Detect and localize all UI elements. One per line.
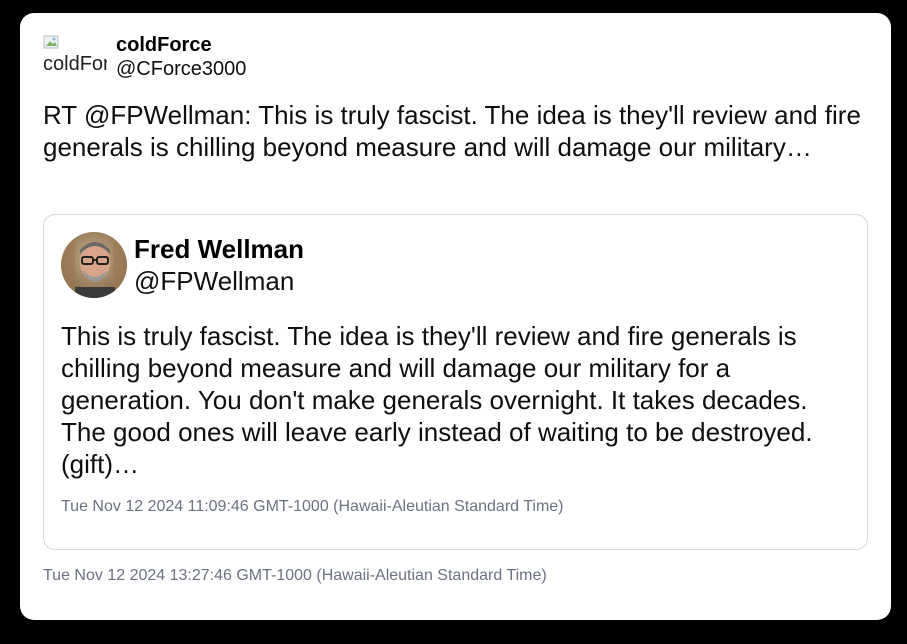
quoted-author-names: Fred Wellman @FPWellman bbox=[134, 233, 304, 297]
author-handle[interactable]: @CForce3000 bbox=[116, 57, 246, 81]
profile-photo-icon bbox=[61, 232, 127, 298]
quoted-author-avatar[interactable] bbox=[61, 232, 127, 298]
tweet-timestamp[interactable]: Tue Nov 12 2024 13:27:46 GMT-1000 (Hawai… bbox=[43, 567, 547, 585]
author-avatar[interactable]: coldForce bbox=[43, 33, 107, 77]
quoted-author-display-name[interactable]: Fred Wellman bbox=[134, 233, 304, 265]
quoted-tweet-header: Fred Wellman @FPWellman bbox=[61, 232, 304, 298]
quoted-tweet[interactable]: Fred Wellman @FPWellman This is truly fa… bbox=[43, 214, 868, 550]
tweet-text: RT @FPWellman: This is truly fascist. Th… bbox=[43, 100, 861, 162]
quoted-tweet-timestamp[interactable]: Tue Nov 12 2024 11:09:46 GMT-1000 (Hawai… bbox=[61, 498, 564, 516]
avatar-alt-text: coldForce bbox=[43, 53, 107, 75]
tweet-header: coldForce coldForce @CForce3000 bbox=[43, 33, 246, 81]
author-display-name[interactable]: coldForce bbox=[116, 33, 246, 57]
broken-image-icon bbox=[43, 35, 59, 49]
quoted-author-handle[interactable]: @FPWellman bbox=[134, 265, 304, 297]
tweet-card: coldForce coldForce @CForce3000 RT @FPWe… bbox=[20, 13, 891, 620]
quoted-tweet-text: This is truly fascist. The idea is they'… bbox=[61, 321, 813, 479]
author-names: coldForce @CForce3000 bbox=[116, 33, 246, 81]
